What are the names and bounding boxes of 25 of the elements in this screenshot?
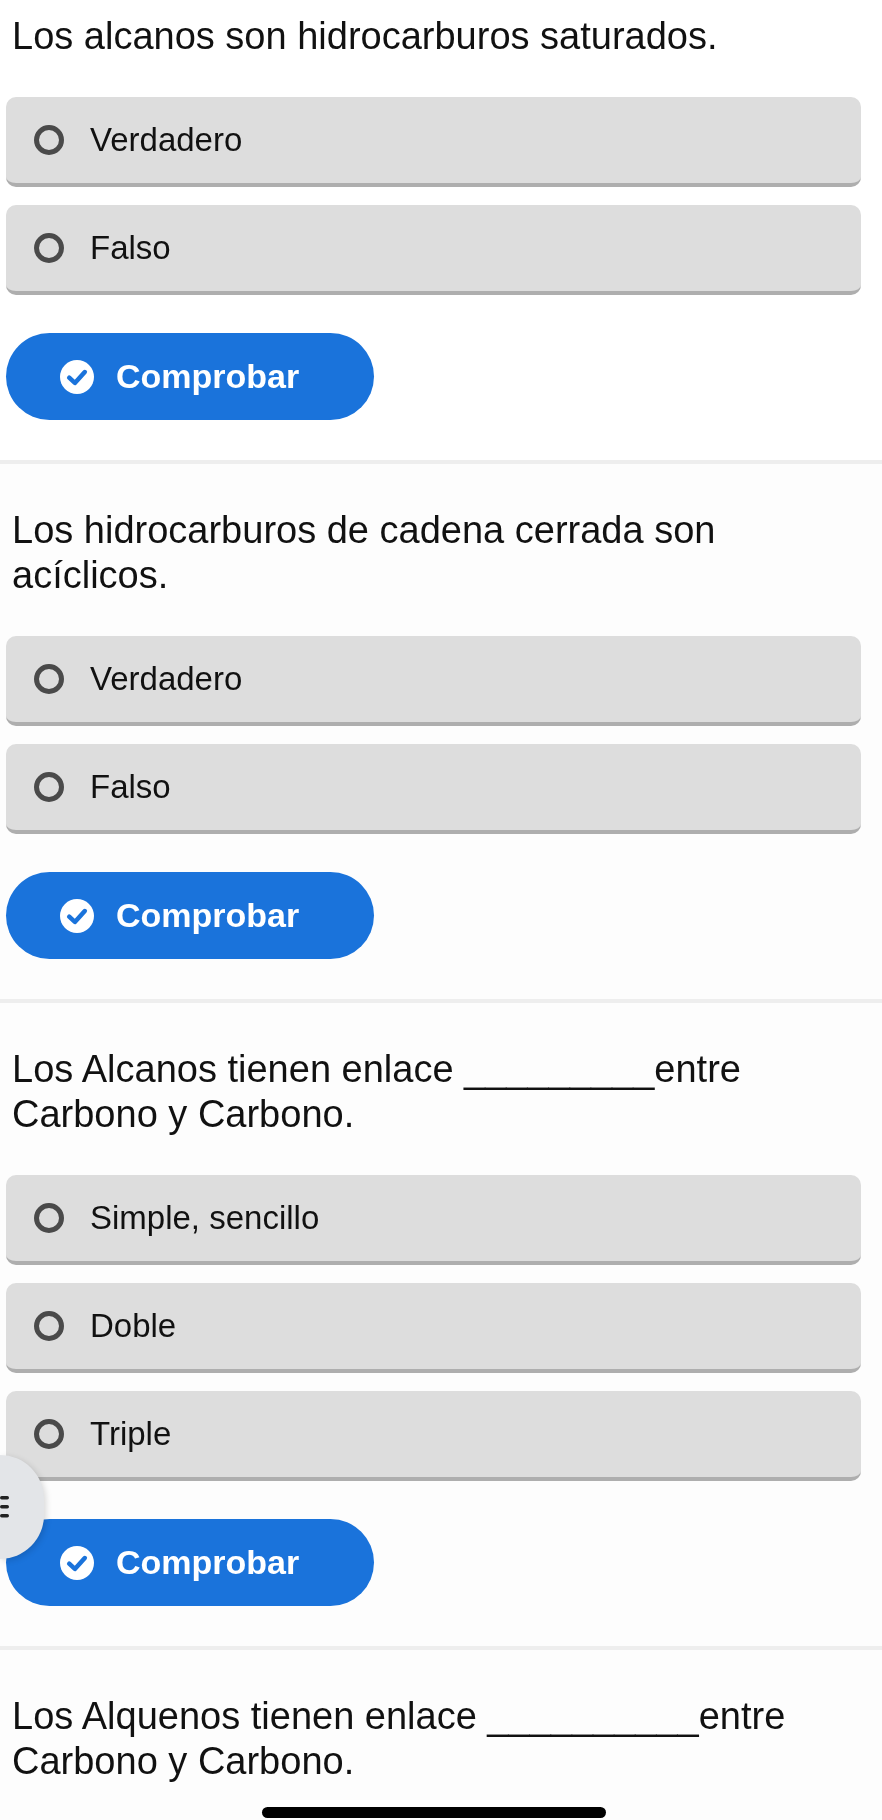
menu-icon: [0, 1496, 10, 1518]
answer-option[interactable]: Simple, sencillo: [6, 1175, 861, 1265]
answer-option[interactable]: Verdadero: [6, 97, 861, 187]
radio-button[interactable]: [34, 1419, 64, 1449]
question-text: Los Alquenos tienen enlace __________entre Carbono y Carbono.: [12, 1694, 787, 1784]
radio-button[interactable]: [34, 664, 64, 694]
check-circle-icon: [60, 1545, 94, 1580]
radio-button[interactable]: [34, 1203, 64, 1233]
check-button[interactable]: Comprobar: [6, 872, 374, 959]
check-button[interactable]: Comprobar: [6, 333, 374, 420]
answer-option[interactable]: Verdadero: [6, 636, 861, 726]
question-text: Los alcanos son hidrocarburos saturados.: [12, 14, 719, 59]
check-button[interactable]: Comprobar: [6, 1519, 374, 1606]
answer-option[interactable]: Doble: [6, 1283, 861, 1373]
answer-option[interactable]: Triple: [6, 1391, 861, 1481]
radio-button[interactable]: [34, 772, 64, 802]
question-text: Los Alcanos tienen enlace _________entre Carbono y Carbono.: [12, 1047, 742, 1137]
radio-button[interactable]: [34, 233, 64, 263]
answer-option[interactable]: Falso: [6, 744, 861, 834]
question-text: Los hidrocarburos de cadena cerrada son acíclicos.: [12, 508, 717, 598]
check-circle-icon: [60, 359, 94, 394]
answer-option[interactable]: Falso: [6, 205, 861, 295]
radio-button[interactable]: [34, 1311, 64, 1341]
radio-button[interactable]: [34, 125, 64, 155]
check-circle-icon: [60, 898, 94, 933]
